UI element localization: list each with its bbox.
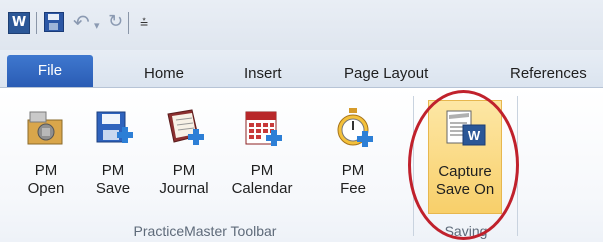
journal-icon bbox=[167, 109, 204, 145]
undo-dropdown-icon[interactable]: ▾ bbox=[94, 16, 100, 36]
quick-access-toolbar: W ↶ ▾ ↻ ⩮ bbox=[0, 0, 603, 50]
group-label-practicemaster: PracticeMaster Toolbar bbox=[133, 223, 277, 239]
button-label: PM bbox=[250, 162, 274, 179]
word-app-icon[interactable]: W bbox=[8, 12, 30, 34]
pm-journal-button[interactable]: PM Journal bbox=[148, 100, 220, 212]
button-label: PM bbox=[341, 162, 365, 179]
button-label: Open bbox=[27, 180, 65, 197]
calendar-icon bbox=[245, 111, 282, 146]
undo-icon[interactable]: ↶ bbox=[73, 12, 90, 32]
button-label: Journal bbox=[159, 180, 209, 197]
save-plus-icon bbox=[96, 111, 133, 143]
redo-icon[interactable]: ↻ bbox=[108, 12, 123, 32]
pm-fee-button[interactable]: PM Fee bbox=[322, 100, 384, 212]
button-label: PM bbox=[101, 162, 125, 179]
tab-home[interactable]: Home bbox=[144, 62, 184, 86]
tab-references[interactable]: References bbox=[510, 62, 587, 86]
customize-qat-icon[interactable]: ⩮ bbox=[140, 13, 148, 33]
pm-save-button[interactable]: PM Save bbox=[82, 100, 144, 212]
save-icon[interactable] bbox=[44, 12, 64, 32]
button-label: Fee bbox=[340, 180, 366, 197]
button-label: PM bbox=[34, 162, 58, 179]
tab-file[interactable]: File bbox=[7, 55, 93, 87]
stopwatch-icon bbox=[337, 108, 373, 147]
qat-separator bbox=[36, 12, 37, 34]
tab-page-layout[interactable]: Page Layout bbox=[344, 62, 428, 86]
pm-calendar-button[interactable]: PM Calendar bbox=[222, 100, 302, 212]
callout-highlight-ellipse bbox=[408, 90, 519, 240]
button-label: PM bbox=[172, 162, 196, 179]
ribbon-tab-strip: File Home Insert Page Layout References bbox=[0, 50, 603, 88]
qat-separator bbox=[128, 12, 129, 34]
button-label: Calendar bbox=[231, 180, 293, 197]
pm-open-button[interactable]: PM Open bbox=[14, 100, 78, 212]
button-label: Save bbox=[95, 180, 131, 197]
tab-insert[interactable]: Insert bbox=[244, 62, 282, 86]
folder-open-icon bbox=[27, 111, 63, 145]
